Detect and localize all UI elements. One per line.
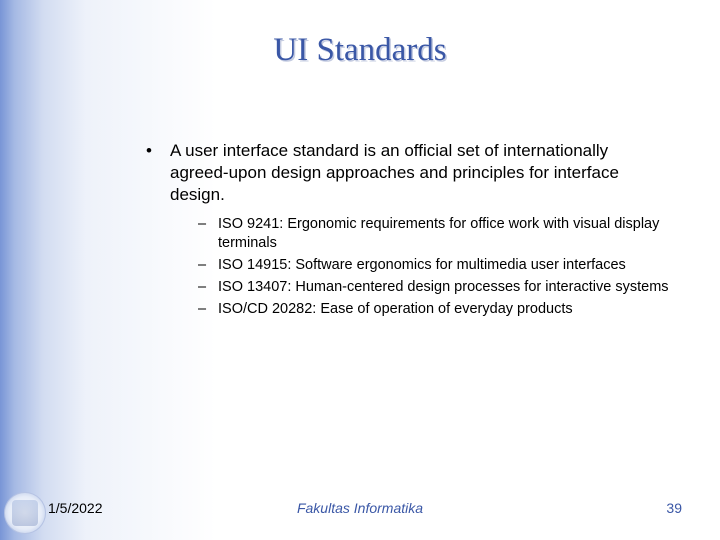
sub-bullet: ISO 9241: Ergonomic requirements for off…	[198, 215, 670, 253]
bullet-main: A user interface standard is an official…	[140, 140, 670, 205]
sub-bullet: ISO 14915: Software ergonomics for multi…	[198, 256, 670, 275]
footer-center: Fakultas Informatika	[0, 500, 720, 516]
slide-body: A user interface standard is an official…	[140, 140, 670, 321]
slide-title: UI Standards	[0, 32, 720, 69]
footer-page-number: 39	[666, 500, 682, 516]
sub-bullet: ISO 13407: Human-centered design process…	[198, 278, 670, 297]
slide: UI Standards A user interface standard i…	[0, 0, 720, 540]
sub-bullet-list: ISO 9241: Ergonomic requirements for off…	[198, 215, 670, 318]
sub-bullet: ISO/CD 20282: Ease of operation of every…	[198, 300, 670, 319]
